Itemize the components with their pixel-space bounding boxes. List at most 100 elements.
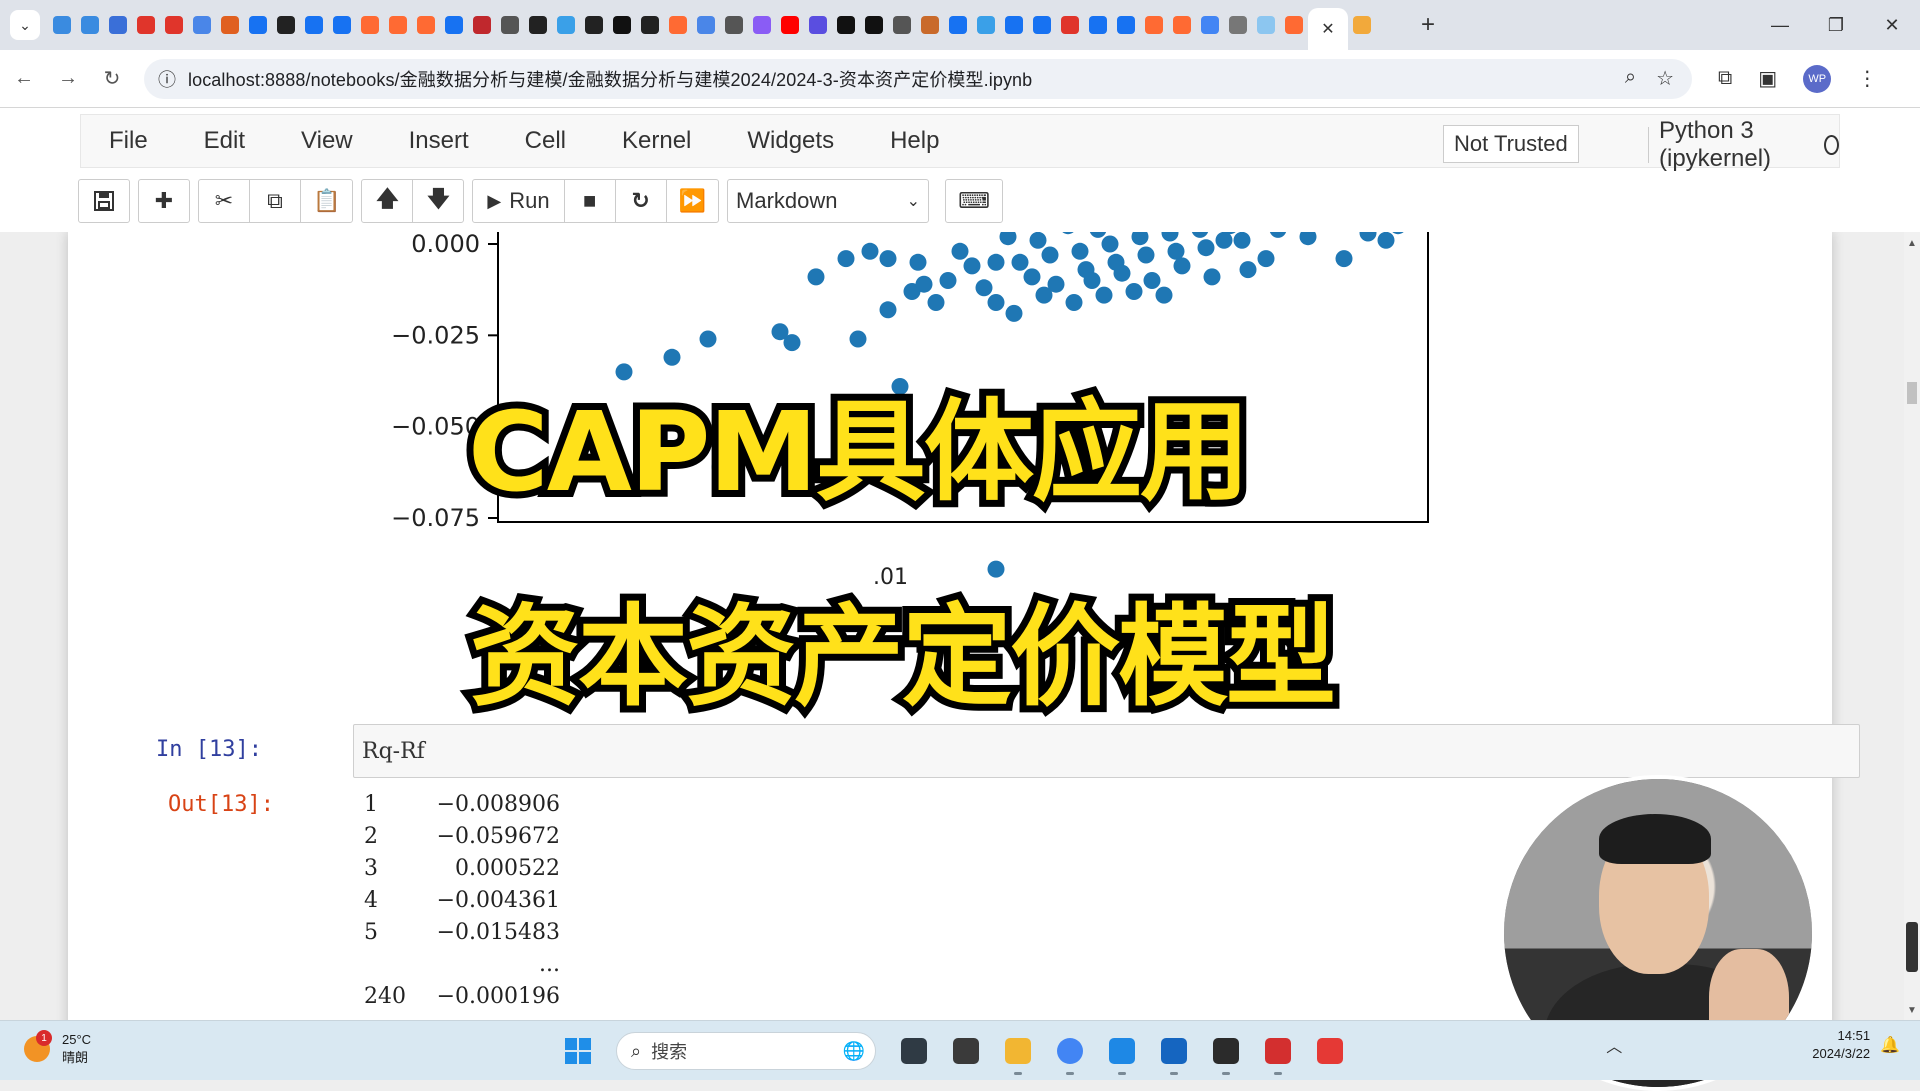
forward-arrow-icon[interactable]: → xyxy=(48,59,88,99)
pinned-tab[interactable] xyxy=(944,11,972,39)
pinned-tab[interactable] xyxy=(300,11,328,39)
pinned-tab[interactable] xyxy=(692,11,720,39)
pinned-tab[interactable] xyxy=(1112,11,1140,39)
notification-bell-icon[interactable]: 🔔 xyxy=(1880,1035,1900,1055)
pinned-tab[interactable] xyxy=(160,11,188,39)
pinned-tab[interactable] xyxy=(608,11,636,39)
pinned-tab[interactable] xyxy=(580,11,608,39)
pinned-tab[interactable] xyxy=(1084,11,1112,39)
secondary-scroll-thumb[interactable] xyxy=(1906,922,1918,972)
notebook-scrollbar[interactable]: ▲ ▼ xyxy=(1904,232,1920,1020)
scroll-up-arrow-icon[interactable]: ▲ xyxy=(1907,238,1917,249)
save-icon[interactable] xyxy=(78,179,130,223)
windows-start-icon[interactable] xyxy=(556,1031,600,1071)
task-view-icon[interactable] xyxy=(944,1031,988,1071)
pinned-tab[interactable] xyxy=(776,11,804,39)
menu-help[interactable]: Help xyxy=(890,127,939,155)
pinned-tab[interactable] xyxy=(468,11,496,39)
paste-icon[interactable]: 📋 xyxy=(300,179,354,223)
pinned-tab[interactable] xyxy=(104,11,132,39)
file-explorer-icon[interactable] xyxy=(996,1031,1040,1075)
pinned-tab[interactable] xyxy=(916,11,944,39)
menu-kernel[interactable]: Kernel xyxy=(622,127,691,155)
pinned-tab[interactable] xyxy=(636,11,664,39)
pinned-tab[interactable] xyxy=(1168,11,1196,39)
taskbar-search-input[interactable]: ⌕ 搜索 🌐 xyxy=(616,1032,876,1070)
pinned-tab[interactable] xyxy=(832,11,860,39)
pinned-tab[interactable] xyxy=(860,11,888,39)
pinned-tab[interactable] xyxy=(384,11,412,39)
extensions-icon[interactable]: ⧉ xyxy=(1718,67,1732,90)
menu-cell[interactable]: Cell xyxy=(525,127,566,155)
pinned-tab[interactable] xyxy=(1224,11,1252,39)
not-trusted-button[interactable]: Not Trusted xyxy=(1443,125,1579,163)
pinned-tab[interactable] xyxy=(328,11,356,39)
feishu-icon[interactable] xyxy=(1152,1031,1196,1075)
clock[interactable]: 14:51 2024/3/22 xyxy=(1812,1027,1870,1063)
stop-square-icon[interactable]: ■ xyxy=(563,179,616,223)
pinned-tab[interactable] xyxy=(1140,11,1168,39)
pinned-tab[interactable] xyxy=(972,11,1000,39)
pinned-tab[interactable] xyxy=(440,11,468,39)
pinned-tab[interactable] xyxy=(1252,11,1280,39)
run-button[interactable]: ▶ Run xyxy=(472,179,565,223)
profile-avatar[interactable]: WP xyxy=(1803,64,1832,93)
move-down-arrow-icon[interactable]: 🡇 xyxy=(412,179,465,223)
site-info-icon[interactable]: ⓘ xyxy=(158,66,176,92)
weather-widget[interactable]: 1 25°C 晴朗 xyxy=(24,1030,91,1067)
active-tab-close-icon[interactable]: ✕ xyxy=(1308,8,1348,50)
code-cell-input[interactable]: Rq-Rf xyxy=(353,724,1860,778)
pinned-tab[interactable] xyxy=(216,11,244,39)
pinned-tab[interactable] xyxy=(720,11,748,39)
restore-icon[interactable]: ❐ xyxy=(1808,0,1864,50)
bookmark-star-icon[interactable]: ☆ xyxy=(1656,66,1674,91)
move-up-arrow-icon[interactable]: 🡅 xyxy=(361,179,414,223)
menu-insert[interactable]: Insert xyxy=(409,127,469,155)
keyboard-icon[interactable]: ⌨ xyxy=(945,179,1004,223)
pinned-tab[interactable] xyxy=(1056,11,1084,39)
app-check-icon[interactable] xyxy=(1100,1031,1144,1075)
cell-type-select[interactable]: Markdown ⌄ xyxy=(727,179,930,223)
scrollbar-thumb[interactable] xyxy=(1907,382,1917,404)
fish-app-icon[interactable] xyxy=(892,1031,936,1071)
wps-icon[interactable] xyxy=(1256,1031,1300,1075)
close-window-icon[interactable]: ✕ xyxy=(1864,0,1920,50)
pinned-tab[interactable] xyxy=(188,11,216,39)
minimize-icon[interactable]: — xyxy=(1752,0,1808,50)
pinned-tab[interactable] xyxy=(664,11,692,39)
menu-edit[interactable]: Edit xyxy=(204,127,245,155)
pinned-tab[interactable] xyxy=(76,11,104,39)
pinned-tab[interactable] xyxy=(804,11,832,39)
pinned-tab[interactable] xyxy=(1028,11,1056,39)
pinned-tab[interactable] xyxy=(356,11,384,39)
chrome-icon[interactable] xyxy=(1048,1031,1092,1075)
pinned-tab[interactable] xyxy=(1348,11,1376,39)
tab-search-chevron-icon[interactable]: ⌄ xyxy=(10,10,40,40)
pinned-tab[interactable] xyxy=(412,11,440,39)
pinned-tab[interactable] xyxy=(132,11,160,39)
menu-widgets[interactable]: Widgets xyxy=(747,127,834,155)
zoom-icon[interactable]: ⌕ xyxy=(1625,66,1636,91)
side-panel-icon[interactable]: ▣ xyxy=(1758,66,1777,91)
tray-chevron-up-icon[interactable]: ︿ xyxy=(1606,1033,1622,1057)
pinned-tab[interactable] xyxy=(1280,11,1308,39)
pinned-tab[interactable] xyxy=(1000,11,1028,39)
menu-file[interactable]: File xyxy=(109,127,148,155)
reload-icon[interactable]: ↻ xyxy=(92,59,132,99)
scroll-down-arrow-icon[interactable]: ▼ xyxy=(1907,1005,1917,1016)
pinned-tab[interactable] xyxy=(48,11,76,39)
browser-menu-icon[interactable]: ⋮ xyxy=(1857,66,1877,91)
terminal-icon[interactable] xyxy=(1204,1031,1248,1075)
pinned-tab[interactable] xyxy=(524,11,552,39)
pinned-tab[interactable] xyxy=(552,11,580,39)
fast-forward-icon[interactable]: ⏩ xyxy=(665,179,720,223)
cut-scissors-icon[interactable]: ✂ xyxy=(198,179,250,223)
insert-cell-plus-icon[interactable]: ✚ xyxy=(138,179,190,223)
menu-view[interactable]: View xyxy=(301,127,353,155)
restart-icon[interactable]: ↻ xyxy=(614,179,667,223)
new-tab-button[interactable]: + xyxy=(1412,9,1444,41)
copy-icon[interactable]: ⧉ xyxy=(249,179,301,223)
url-input[interactable]: ⓘ localhost:8888/notebooks/金融数据分析与建模/金融数… xyxy=(144,58,1692,99)
recorder-icon[interactable] xyxy=(1308,1031,1352,1071)
pinned-tab[interactable] xyxy=(496,11,524,39)
